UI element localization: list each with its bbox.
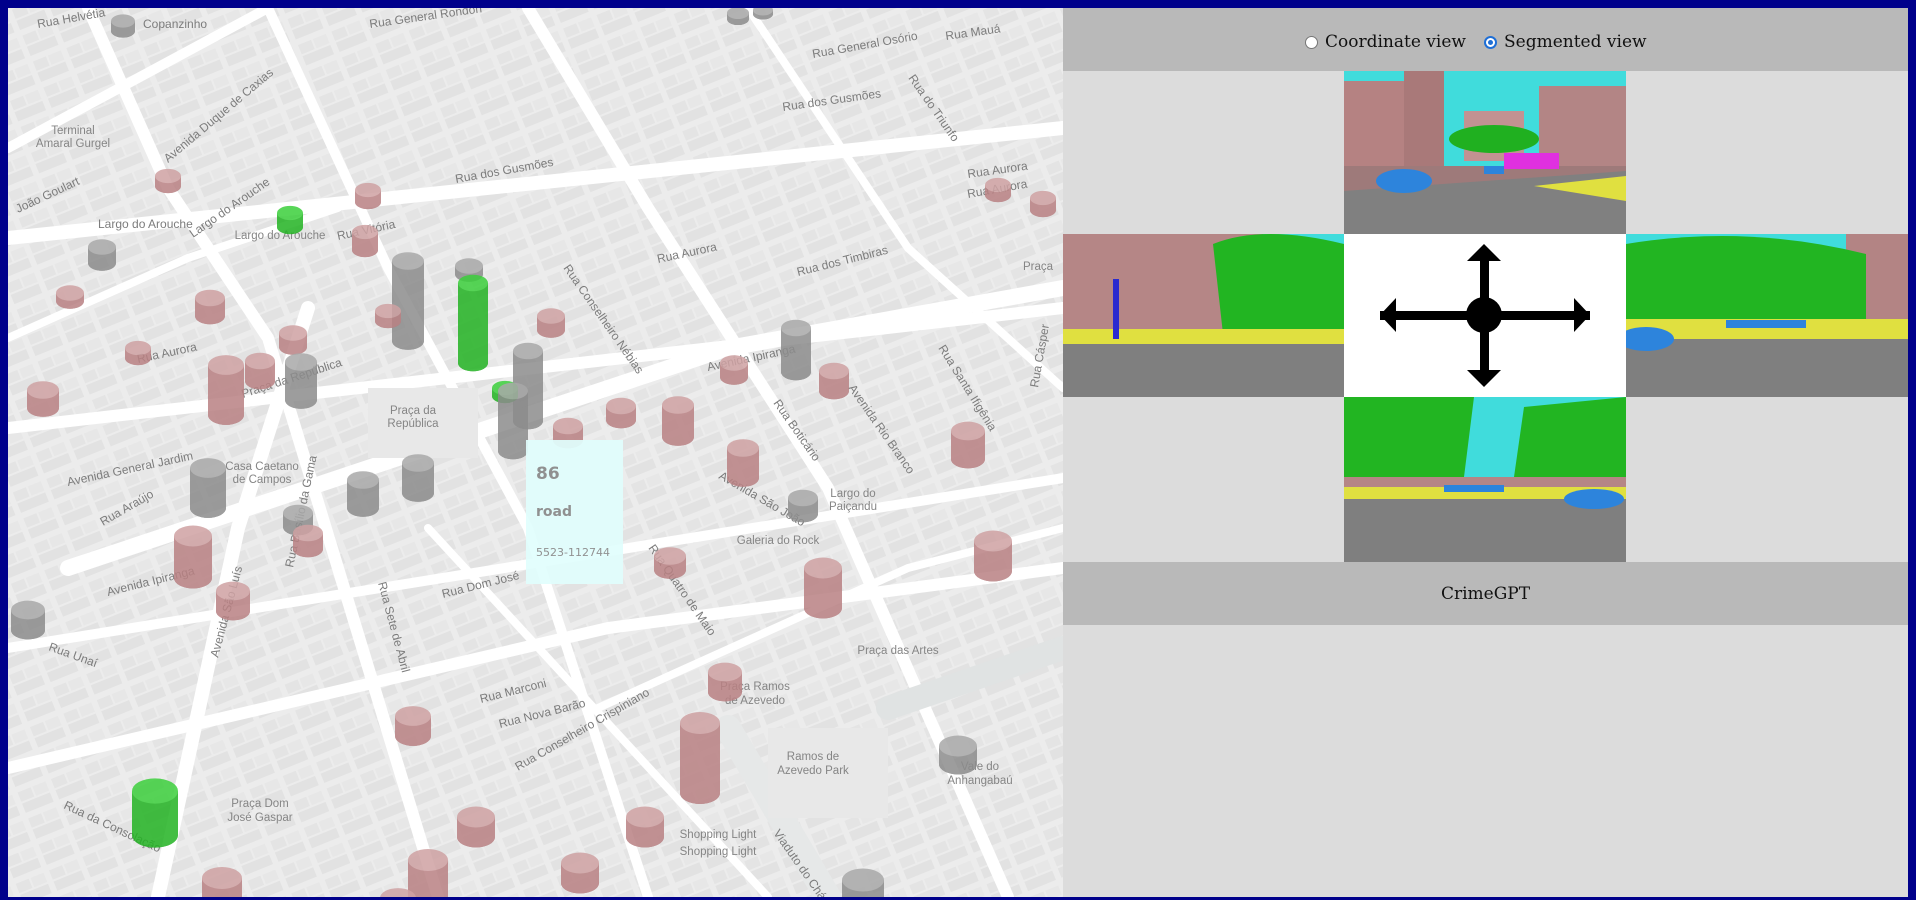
crime-cylinder-marker[interactable] [985,177,1011,203]
coordinate-view-option[interactable]: Coordinate view [1305,32,1466,52]
place-label: José Gaspar [227,812,292,824]
left-camera-view [1063,234,1344,397]
crime-cylinder-marker[interactable] [392,252,424,350]
crime-cylinder-marker[interactable] [1030,190,1056,218]
crime-cylinder-marker[interactable] [352,224,378,258]
crime-cylinder-marker[interactable] [561,852,599,894]
crime-cylinder-marker[interactable] [804,557,842,619]
place-label: Anhangabaú [947,775,1012,787]
place-label: Amaral Gurgel [36,138,110,150]
place-label: Praça das Artes [857,645,938,657]
crime-cylinder-marker[interactable] [408,849,448,897]
crime-cylinder-marker[interactable] [498,382,528,460]
crime-cylinder-marker[interactable] [753,8,773,20]
crime-cylinder-marker[interactable] [842,868,884,897]
place-label: Praça [1023,261,1054,273]
map-tooltip: 86 road 5523-112744 [526,440,623,584]
place-label: Largo do Arouche [235,230,326,242]
crime-cylinder-marker[interactable] [11,600,45,640]
footer-bar: CrimeGPT [1063,562,1908,625]
crime-cylinder-marker[interactable] [195,289,225,325]
crime-map[interactable]: Rua Helvétia Copanzinho Rua General Rondon… [8,8,1063,897]
place-label: Ramos de [787,751,839,763]
coordinate-view-radio[interactable] [1305,35,1318,49]
crime-cylinder-marker[interactable] [939,735,977,775]
front-camera-view [1344,71,1626,234]
crime-cylinder-marker[interactable] [458,274,488,372]
crime-cylinder-marker[interactable] [662,396,694,446]
crime-cylinder-marker[interactable] [680,712,720,804]
crime-cylinder-marker[interactable] [708,662,742,702]
right-camera-view [1626,234,1908,397]
crime-cylinder-marker[interactable] [208,355,245,425]
crime-cylinder-marker[interactable] [155,168,181,194]
crime-cylinder-marker[interactable] [245,352,275,390]
crime-cylinder-marker[interactable] [951,421,985,469]
crime-cylinder-marker[interactable] [293,524,323,558]
crime-cylinder-marker[interactable] [375,303,401,329]
tooltip-id: 5523-112744 [536,546,610,559]
view-toggle-bar: Coordinate view Segmented view [1063,8,1908,71]
place-label: Terminal [51,125,94,137]
crime-cylinder-marker[interactable] [216,581,250,621]
crime-cylinder-marker[interactable] [974,530,1012,582]
street-label: Largo do Arouche [98,217,193,231]
app-title: CrimeGPT [1440,583,1531,604]
tooltip-category: road [536,504,572,520]
segmented-view-radio[interactable] [1484,35,1497,49]
crime-cylinder-marker[interactable] [727,439,759,487]
segmented-view-option[interactable]: Segmented view [1484,32,1647,52]
place-label: Galeria do Rock [737,535,820,547]
crime-cylinder-marker[interactable] [277,205,303,235]
street-label: Copanzinho [143,17,207,31]
crime-cylinder-marker[interactable] [125,340,151,366]
place-label: Praça Dom [231,798,289,810]
place-label: Shopping Light [680,829,758,841]
rear-camera-view [1344,397,1626,562]
crime-cylinder-marker[interactable] [27,381,59,417]
crime-cylinder-marker[interactable] [132,778,178,848]
crime-cylinder-marker[interactable] [819,362,849,400]
crime-cylinder-marker[interactable] [279,325,307,355]
place-label: Praça da [390,405,437,417]
crime-cylinder-marker[interactable] [537,308,565,338]
crime-cylinder-marker[interactable] [626,806,664,848]
crime-cylinder-marker[interactable] [174,525,212,589]
navigation-arrows-icon[interactable] [1344,234,1626,397]
tooltip-value: 86 [536,464,560,484]
place-label: Paiçandu [829,501,877,513]
crime-cylinder-marker[interactable] [457,806,495,848]
crime-cylinder-marker[interactable] [402,454,434,502]
crime-cylinder-marker[interactable] [202,867,242,897]
crime-cylinder-marker[interactable] [606,397,636,429]
crime-cylinder-marker[interactable] [788,489,818,523]
crime-cylinder-marker[interactable] [654,547,686,579]
place-label: Largo do [830,488,875,500]
place-label: Azevedo Park [777,765,849,777]
place-label: República [387,418,439,430]
place-label: Casa Caetano [225,461,299,473]
crime-cylinder-marker[interactable] [88,239,116,271]
crime-cylinder-marker[interactable] [56,285,84,309]
crime-cylinder-marker[interactable] [111,14,135,38]
crime-cylinder-marker[interactable] [190,458,226,518]
crime-cylinder-marker[interactable] [781,319,811,381]
coordinate-view-label: Coordinate view [1325,32,1466,52]
place-label: Shopping Light [680,846,758,858]
crime-cylinder-marker[interactable] [727,8,749,26]
camera-panel: Coordinate view Segmented view CrimeGPT [1063,8,1908,897]
crime-cylinder-marker[interactable] [395,706,431,746]
segmented-view-label: Segmented view [1504,32,1647,52]
place-label: de Campos [233,474,292,486]
crime-cylinder-marker[interactable] [355,182,381,210]
crime-cylinder-marker[interactable] [347,471,379,517]
crime-cylinder-marker[interactable] [285,353,317,409]
crime-cylinder-marker[interactable] [720,355,748,385]
